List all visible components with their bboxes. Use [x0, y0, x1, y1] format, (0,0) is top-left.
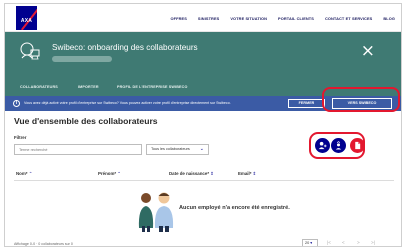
upload-user-icon	[335, 141, 342, 150]
section-title: Vue d'ensemble des collaborateurs	[14, 116, 158, 126]
pdf-icon	[355, 141, 361, 150]
app-window: AXA OFFRES SINISTRES VOTRE SITUATION POR…	[4, 3, 402, 247]
sort-icon: ⌃	[28, 171, 33, 176]
axa-logo[interactable]: AXA	[16, 6, 37, 30]
prev-page-button[interactable]: <	[342, 240, 345, 245]
logo-text: AXA	[20, 18, 33, 24]
info-banner-text: Vous avez déjà activé votre profil d'ent…	[24, 101, 231, 105]
tab-profil-entreprise[interactable]: PROFIL DE L'ENTREPRISE SWIBECO	[117, 85, 187, 89]
empty-state-message: Aucun employé n'a encore été enregistré.	[179, 205, 290, 211]
page-header: Swibeco: onboarding des collaborateurs ×	[5, 32, 401, 82]
nav-link-contact-services[interactable]: CONTACT ET SERVICES	[325, 16, 372, 21]
column-prenom[interactable]: Prénom* ⌃	[98, 171, 121, 177]
add-user-icon	[318, 141, 327, 150]
nav-links: OFFRES SINISTRES VOTRE SITUATION PORTAIL…	[171, 4, 395, 32]
first-page-button[interactable]: |<	[327, 240, 331, 245]
vers-swibeco-button[interactable]: VERS SWIBECO	[332, 98, 392, 109]
tab-bar: COLLABORATEURS IMPORTER PROFIL DE L'ENTR…	[5, 82, 401, 96]
info-icon: i	[13, 100, 20, 107]
sort-icon: ⇕	[252, 171, 257, 176]
collaborator-filter-select[interactable]: Tous les collaborateurs ⌄	[146, 144, 209, 155]
onboarding-icon	[20, 42, 40, 60]
empty-state-illustration	[138, 192, 174, 232]
column-email[interactable]: Email* ⇕	[238, 171, 256, 177]
table-header: Nom* ⌃ Prénom* ⌃ Date de naissance* ⇕ Em…	[14, 169, 394, 181]
info-banner: i Vous avez déjà activé votre profil d'e…	[5, 96, 401, 111]
nav-link-votre-situation[interactable]: VOTRE SITUATION	[230, 16, 267, 21]
sort-icon: ⌃	[117, 171, 121, 176]
results-count: Affichage 0-0 · 0 collaborateurs sur 0	[14, 242, 73, 246]
nav-link-sinistres[interactable]: SINISTRES	[198, 16, 219, 21]
select-value: Tous les collaborateurs	[151, 147, 190, 151]
add-user-button[interactable]	[315, 138, 330, 153]
next-page-button[interactable]: >	[357, 240, 360, 245]
company-subtitle-placeholder	[52, 56, 112, 62]
upload-user-button[interactable]	[331, 138, 346, 153]
nav-link-portail-clients[interactable]: PORTAIL CLIENTS	[278, 16, 314, 21]
nav-link-blog[interactable]: BLOG	[383, 16, 395, 21]
last-page-button[interactable]: >|	[371, 240, 375, 245]
tab-importer[interactable]: IMPORTER	[78, 85, 99, 89]
top-navigation: AXA OFFRES SINISTRES VOTRE SITUATION POR…	[5, 4, 401, 32]
per-page-value: 20	[305, 241, 310, 245]
search-input[interactable]	[14, 144, 142, 155]
nav-link-offres[interactable]: OFFRES	[171, 16, 187, 21]
page-title: Swibeco: onboarding des collaborateurs	[52, 43, 198, 52]
chevron-down-icon: ⌄	[199, 146, 204, 152]
sort-icon: ⇕	[210, 171, 214, 176]
per-page-select[interactable]: 20 ▾	[302, 239, 318, 246]
export-pdf-button[interactable]	[350, 138, 365, 153]
close-icon[interactable]: ×	[361, 43, 375, 60]
close-banner-button[interactable]: FERMER	[288, 99, 325, 108]
chevron-down-icon: ▾	[310, 241, 313, 245]
tab-collaborateurs[interactable]: COLLABORATEURS	[20, 85, 58, 89]
filter-label: Filtrer	[14, 135, 27, 140]
column-date-naissance[interactable]: Date de naissance* ⇕	[169, 171, 214, 177]
column-nom[interactable]: Nom* ⌃	[16, 171, 32, 177]
